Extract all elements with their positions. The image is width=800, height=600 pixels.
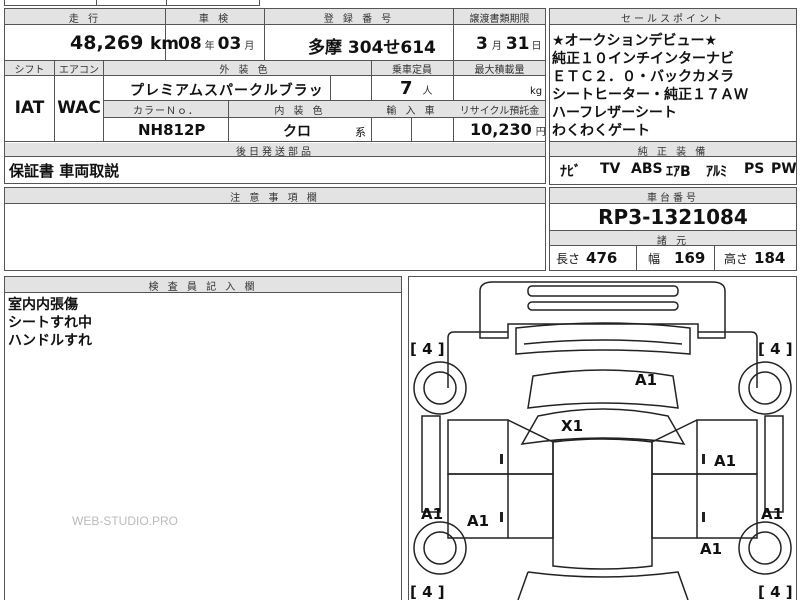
sales-point-line: わくわくゲート (552, 123, 650, 139)
sales-point-line: ＥＴＣ２．０・バックカメラ (552, 69, 734, 85)
damage-code-right-front-door: A1 (714, 452, 737, 470)
import-header: 輸 入 車 (386, 106, 438, 117)
inspector-header: 検 査 員 記 入 欄 (148, 282, 258, 293)
equipment-abs: ABS (631, 161, 663, 177)
tire-tread-top-left: [ 4 ] (410, 340, 445, 358)
tire-tread-bottom-left: [ 4 ] (410, 583, 445, 600)
inspector-note: ハンドルすれ (8, 333, 92, 349)
mileage-value: 48,269 km (70, 32, 179, 54)
recycle-header: リサイクル預託金 (459, 106, 540, 117)
registration-header: 登 録 番 号 (323, 14, 395, 25)
damage-code-right-edge: A1 (761, 505, 784, 523)
tire-tread-bottom-right: [ 4 ] (758, 583, 793, 600)
sales-point-line: ハーフレザーシート (552, 105, 677, 121)
equipment-airbag: ｴｱB (666, 164, 691, 180)
transfer-deadline-header: 譲渡書類期限 (469, 14, 530, 25)
inspector-note: 室内内張傷 (8, 297, 78, 313)
spec-length: 長さ 476 (556, 249, 618, 267)
capacity-value: 7人 (400, 78, 433, 99)
row-line (103, 117, 546, 118)
transfer-deadline: 3 月 31 日 (476, 34, 542, 54)
accessories-value: 保証書 車両取説 (9, 162, 120, 180)
top-cropped-divider (96, 0, 97, 6)
sales-point-line: 純正１０インチインターナビ (552, 51, 734, 67)
max-load-header: 最大積載量 (474, 65, 525, 76)
equipment-header: 純 正 装 備 (637, 147, 709, 158)
accessories-header: 後日発送部品 (236, 147, 314, 158)
tire-tread-top-right: [ 4 ] (758, 340, 793, 358)
sales-point-header: セールスポイント (621, 14, 725, 25)
spec-width: 幅 169 (648, 249, 706, 267)
col-line (636, 245, 637, 271)
interior-color-value: クロ (283, 124, 311, 140)
damage-code-left-edge: A1 (421, 505, 444, 523)
col-line (264, 8, 265, 60)
shift-value: IAT (14, 98, 45, 118)
exterior-color-value: プレミアムスパークルブラッ (130, 83, 324, 99)
chassis-number: RP3-1321084 (598, 205, 748, 229)
color-no-header: カラーＮｏ． (133, 106, 199, 117)
color-no-value: NH812P (138, 121, 206, 139)
specs-header: 諸 元 (656, 236, 690, 247)
interior-color-header: 内 装 色 (274, 106, 326, 117)
recycle-value: 10,230 円 (470, 120, 546, 139)
damage-code-bonnet: A1 (635, 371, 658, 389)
shift-header: シフト (14, 65, 45, 76)
max-load-unit: kg (530, 86, 543, 97)
inspector-note: シートすれ中 (8, 315, 92, 331)
col-line (411, 118, 412, 142)
registration-number: 多摩 304せ614 (308, 38, 436, 58)
top-cropped-row (4, 0, 260, 6)
col-line (453, 8, 454, 60)
chassis-header: 車台番号 (647, 193, 699, 204)
damage-code-left-front-door: A1 (467, 512, 490, 530)
col-line (714, 245, 715, 271)
col-line (330, 75, 331, 100)
equipment-alloy: ｱﾙﾐ (706, 164, 727, 180)
top-cropped-divider (166, 0, 167, 6)
equipment-tv: TV (600, 161, 621, 177)
spec-height: 高さ 184 (724, 249, 786, 267)
inspection-header: 車 検 (198, 14, 232, 25)
aircon-header: エアコン (59, 65, 99, 76)
car-outline-diagram (413, 281, 792, 600)
capacity-header: 乗車定員 (392, 65, 432, 76)
sales-point-line: ★オークションデビュー★ (552, 33, 718, 49)
damage-code-right-rear-door: A1 (700, 540, 723, 558)
mileage-header: 走 行 (68, 14, 102, 25)
sales-point-line: シートヒーター・純正１７ＡＷ (552, 87, 748, 103)
exterior-color-header: 外 装 色 (219, 65, 271, 76)
aircon-value: WAC (57, 98, 101, 118)
equipment-ps: PS (744, 161, 765, 177)
damage-code-windshield: X1 (561, 417, 584, 435)
watermark: WEB-STUDIO.PRO (72, 514, 179, 528)
inspection-date: 08 年 03 月 (178, 34, 255, 54)
equipment-pw: PW (771, 161, 797, 177)
interior-color-suffix: 系 (355, 126, 366, 139)
equipment-navi: ﾅﾋﾞ (560, 164, 581, 180)
caution-header: 注 意 事 項 欄 (230, 193, 320, 204)
